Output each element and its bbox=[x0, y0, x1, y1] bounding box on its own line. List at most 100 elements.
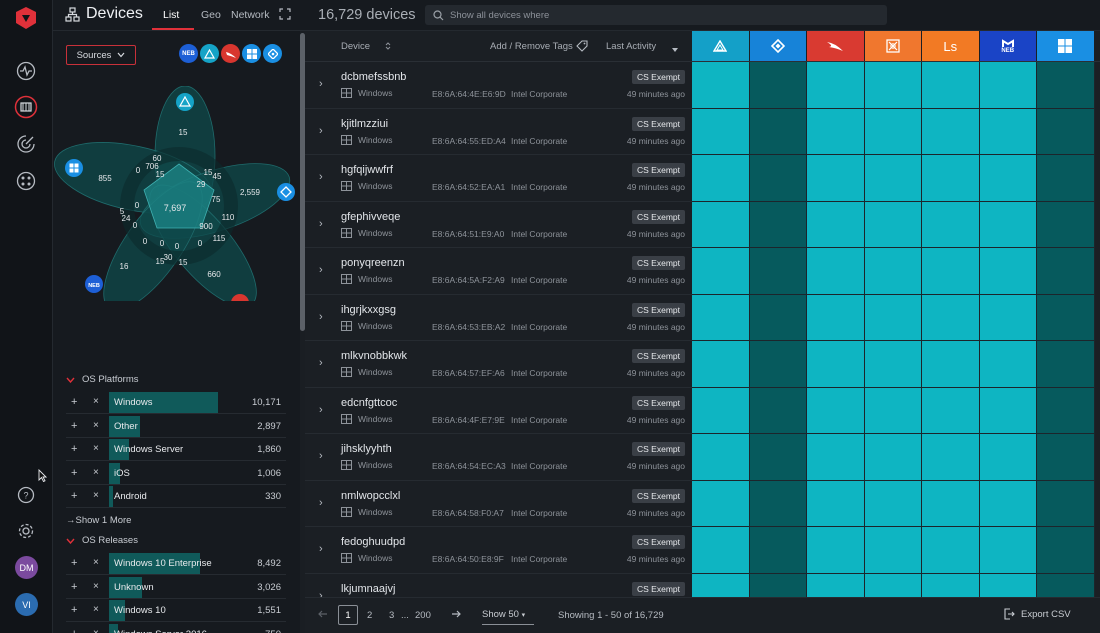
column-header-intune-icon[interactable] bbox=[749, 31, 807, 61]
source-presence-cell[interactable] bbox=[922, 573, 980, 597]
windows-icon[interactable] bbox=[65, 159, 83, 177]
tag-icon[interactable] bbox=[576, 40, 588, 55]
source-presence-cell[interactable] bbox=[979, 155, 1037, 202]
table-row[interactable]: › gfephivveqe Windows E8:6A:64:51:E9:A0 … bbox=[305, 201, 1100, 248]
sort-icon[interactable] bbox=[385, 42, 391, 53]
filter-row[interactable]: + × Windows 10 1,551 bbox=[66, 599, 286, 622]
source-presence-cell[interactable] bbox=[749, 341, 807, 388]
page-2-button[interactable]: 2 bbox=[367, 610, 372, 621]
source-presence-cell[interactable] bbox=[864, 62, 922, 109]
table-row[interactable]: › hgfqijwwfrf Windows E8:6A:64:52:EA:A1 … bbox=[305, 155, 1100, 202]
source-presence-cell[interactable] bbox=[979, 294, 1037, 341]
filter-row[interactable]: + × Windows Server 1,860 bbox=[66, 438, 286, 461]
device-name[interactable]: gfephivveqe bbox=[341, 211, 400, 223]
expand-chevron-icon[interactable]: › bbox=[319, 125, 323, 137]
device-tag[interactable]: CS Exempt bbox=[632, 349, 685, 363]
source-presence-cell[interactable] bbox=[922, 62, 980, 109]
include-plus-icon[interactable]: + bbox=[71, 557, 77, 569]
source-presence-cell[interactable] bbox=[807, 434, 865, 481]
source-presence-cell[interactable] bbox=[807, 573, 865, 597]
source-presence-cell[interactable] bbox=[864, 434, 922, 481]
source-presence-cell[interactable] bbox=[1037, 108, 1095, 155]
include-plus-icon[interactable]: + bbox=[71, 604, 77, 616]
source-presence-cell[interactable] bbox=[807, 155, 865, 202]
device-name[interactable]: mlkvnobbkwk bbox=[341, 350, 407, 362]
sort-desc-icon[interactable] bbox=[672, 44, 678, 55]
device-tag[interactable]: CS Exempt bbox=[632, 209, 685, 224]
source-presence-cell[interactable] bbox=[807, 248, 865, 295]
avatar-vi[interactable]: VI bbox=[15, 593, 38, 616]
source-presence-cell[interactable] bbox=[1037, 341, 1095, 388]
source-presence-cell[interactable] bbox=[922, 434, 980, 481]
source-presence-cell[interactable] bbox=[979, 248, 1037, 295]
expand-chevron-icon[interactable]: › bbox=[319, 543, 323, 555]
device-name[interactable]: hgfqijwwfrf bbox=[341, 164, 393, 176]
filter-row[interactable]: + × Windows Server 2016 750 bbox=[66, 623, 286, 633]
source-presence-cell[interactable] bbox=[1037, 294, 1095, 341]
source-presence-cell[interactable] bbox=[749, 201, 807, 248]
device-tag[interactable]: CS Exempt bbox=[632, 442, 685, 456]
source-presence-cell[interactable] bbox=[692, 248, 750, 295]
filter-row[interactable]: + × Android 330 bbox=[66, 485, 286, 508]
source-presence-cell[interactable] bbox=[807, 480, 865, 527]
search-input[interactable] bbox=[450, 9, 870, 21]
source-presence-cell[interactable] bbox=[979, 62, 1037, 109]
source-presence-cell[interactable] bbox=[922, 527, 980, 574]
exclude-x-icon[interactable]: × bbox=[93, 420, 99, 431]
devices-icon[interactable] bbox=[14, 95, 38, 119]
page-3-button[interactable]: 3 bbox=[389, 610, 394, 621]
tab-network[interactable]: Network bbox=[231, 9, 270, 21]
column-header-lansweeper-icon[interactable]: Ls bbox=[922, 31, 980, 61]
source-presence-cell[interactable] bbox=[979, 434, 1037, 481]
source-presence-cell[interactable] bbox=[749, 527, 807, 574]
tab-geo[interactable]: Geo bbox=[201, 9, 221, 21]
page-size-select[interactable]: Show 50 ▾ bbox=[482, 609, 534, 625]
source-presence-cell[interactable] bbox=[807, 294, 865, 341]
add-remove-tags-header[interactable]: Add / Remove Tags bbox=[490, 41, 573, 52]
intune-icon[interactable] bbox=[263, 44, 282, 63]
source-presence-cell[interactable] bbox=[692, 480, 750, 527]
source-presence-cell[interactable] bbox=[979, 573, 1037, 597]
expand-chevron-icon[interactable]: › bbox=[319, 404, 323, 416]
tab-list[interactable]: List bbox=[163, 9, 179, 21]
source-presence-cell[interactable] bbox=[922, 341, 980, 388]
table-row[interactable]: › ihgrjkxxgsg Windows E8:6A:64:53:EB:A2 … bbox=[305, 294, 1100, 341]
source-presence-cell[interactable] bbox=[864, 155, 922, 202]
device-name[interactable]: kjitlmzziui bbox=[341, 118, 388, 130]
source-presence-cell[interactable] bbox=[749, 108, 807, 155]
source-presence-cell[interactable] bbox=[692, 434, 750, 481]
brand-logo-icon[interactable] bbox=[14, 6, 38, 30]
export-csv-button[interactable]: Export CSV bbox=[1003, 608, 1071, 620]
show-more-link[interactable]: →Show 1 More bbox=[66, 515, 131, 526]
expand-chevron-icon[interactable]: › bbox=[319, 78, 323, 90]
include-plus-icon[interactable]: + bbox=[71, 420, 77, 432]
expand-chevron-icon[interactable]: › bbox=[319, 218, 323, 230]
source-presence-cell[interactable] bbox=[692, 108, 750, 155]
exclude-x-icon[interactable]: × bbox=[93, 628, 99, 633]
source-presence-cell[interactable] bbox=[749, 62, 807, 109]
exclude-x-icon[interactable]: × bbox=[93, 467, 99, 478]
windows-icon[interactable] bbox=[242, 44, 261, 63]
table-row[interactable]: › dcbmefssbnb Windows E8:6A:64:4E:E6:9D … bbox=[305, 62, 1100, 109]
device-name[interactable]: ihgrjkxxgsg bbox=[341, 304, 396, 316]
arctic-wolf-icon[interactable] bbox=[176, 93, 194, 111]
source-presence-cell[interactable] bbox=[922, 155, 980, 202]
source-presence-cell[interactable] bbox=[1037, 573, 1095, 597]
prev-page-icon[interactable] bbox=[318, 609, 328, 622]
source-presence-cell[interactable] bbox=[979, 387, 1037, 434]
crowdstrike-icon[interactable] bbox=[221, 44, 240, 63]
device-tag[interactable]: CS Exempt bbox=[632, 116, 685, 131]
include-plus-icon[interactable]: + bbox=[71, 396, 77, 408]
expand-chevron-icon[interactable]: › bbox=[319, 311, 323, 323]
device-name[interactable]: jihsklyyhth bbox=[341, 443, 392, 455]
expand-chevron-icon[interactable]: › bbox=[319, 590, 323, 598]
source-presence-cell[interactable] bbox=[749, 573, 807, 597]
malwarebytes-icon[interactable]: NEB bbox=[179, 44, 198, 63]
source-presence-cell[interactable] bbox=[864, 480, 922, 527]
device-tag[interactable]: CS Exempt bbox=[632, 535, 685, 549]
last-activity-header[interactable]: Last Activity bbox=[606, 41, 656, 52]
os-releases-header[interactable]: OS Releases bbox=[66, 535, 138, 546]
filter-row[interactable]: + × Unknown 3,026 bbox=[66, 576, 286, 599]
os-platforms-header[interactable]: OS Platforms bbox=[66, 374, 139, 385]
source-presence-cell[interactable] bbox=[692, 62, 750, 109]
